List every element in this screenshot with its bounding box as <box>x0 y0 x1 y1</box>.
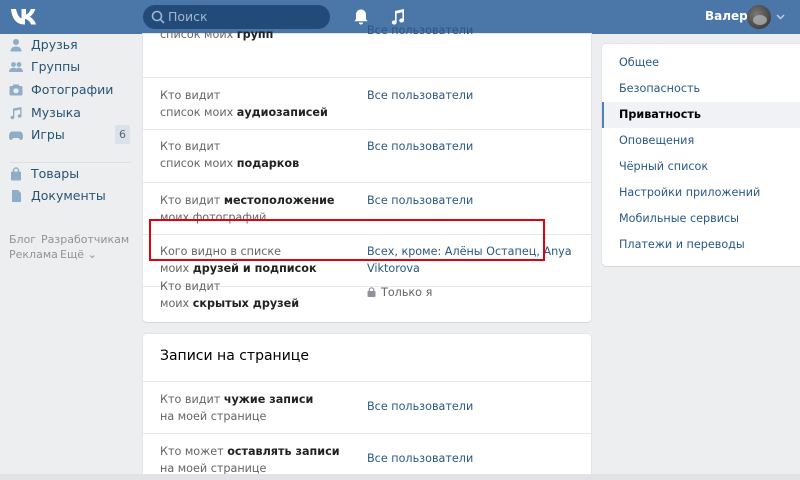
sidebar-item-label: Группы <box>31 59 81 74</box>
menu-item-privacy[interactable]: Приватность <box>602 102 800 128</box>
highlight-box <box>149 219 545 261</box>
wall-row-others-posts: Кто видит чужие записи на моей странице В… <box>143 382 591 434</box>
sidebar-item-goods[interactable]: Товары <box>0 163 136 185</box>
games-count-badge: 6 <box>115 125 130 144</box>
sidebar-item-label: Игры <box>31 127 65 142</box>
privacy-row-groups: список моих групп Все пользователи <box>143 24 591 78</box>
camera-icon <box>9 84 23 96</box>
search-icon <box>151 10 165 24</box>
menu-item-payments[interactable]: Платежи и переводы <box>602 232 800 258</box>
sidebar-item-friends[interactable]: Друзья <box>0 34 136 56</box>
chevron-down-icon[interactable] <box>776 12 785 21</box>
avatar[interactable] <box>747 5 771 29</box>
person-icon <box>10 39 22 52</box>
menu-item-security[interactable]: Безопасность <box>602 76 800 102</box>
sidebar-item-documents[interactable]: Документы <box>0 185 136 207</box>
footer-link-ads[interactable]: Реклама <box>9 248 58 261</box>
sidebar-item-photos[interactable]: Фотографии <box>0 79 136 101</box>
privacy-value-link[interactable]: Все пользователи <box>367 192 473 209</box>
sidebar-item-label: Друзья <box>31 37 78 52</box>
menu-item-mobile-services[interactable]: Мобильные сервисы <box>602 206 800 232</box>
gamepad-icon <box>9 131 23 140</box>
bag-icon <box>11 167 21 181</box>
privacy-row-hidden-friends: Кто видит моих скрытых друзей Только я <box>160 280 433 310</box>
music-icon <box>10 107 22 120</box>
sidebar-item-label: Товары <box>31 166 80 181</box>
footer-link-blog[interactable]: Блог <box>9 233 36 246</box>
privacy-row-audio: Кто видит список моих аудиозаписей Все по… <box>143 78 591 130</box>
sidebar-item-label: Документы <box>31 188 106 203</box>
privacy-value-link[interactable]: Все пользователи <box>367 450 473 467</box>
privacy-value-only-me[interactable]: Только я <box>367 284 432 301</box>
menu-item-blacklist[interactable]: Чёрный список <box>602 154 800 180</box>
lock-icon <box>367 287 376 297</box>
privacy-value-link[interactable]: Все пользователи <box>367 398 473 415</box>
vk-logo-icon[interactable] <box>8 5 40 29</box>
settings-menu: Общее Безопасность Приватность Оповещени… <box>602 44 800 266</box>
sidebar-item-groups[interactable]: Группы <box>0 56 136 78</box>
document-icon <box>12 190 21 202</box>
footer-link-more[interactable]: Ещё ⌄ <box>60 248 97 261</box>
group-icon <box>9 62 23 72</box>
sidebar-item-music[interactable]: Музыка <box>0 102 136 124</box>
section-title: Записи на странице <box>160 348 309 364</box>
menu-item-general[interactable]: Общее <box>602 50 800 76</box>
privacy-value-link[interactable]: Все пользователи <box>367 87 473 104</box>
privacy-value-link[interactable]: Все пользователи <box>367 138 473 155</box>
chevron-down-icon: ⌄ <box>87 248 97 261</box>
privacy-row-gifts: Кто видит список моих подарков Все пользо… <box>143 130 591 183</box>
footer-link-developers[interactable]: Разработчикам <box>41 233 129 246</box>
sidebar-item-label: Музыка <box>31 105 81 120</box>
search-input[interactable]: Поиск <box>168 9 208 25</box>
sidebar-item-label: Фотографии <box>31 82 114 97</box>
sidebar-item-games[interactable]: Игры 6 <box>0 124 136 146</box>
privacy-settings-card: список моих групп Все пользователи Кто в… <box>143 24 591 322</box>
bottom-scroll-area <box>0 474 800 480</box>
menu-item-app-settings[interactable]: Настройки приложений <box>602 180 800 206</box>
menu-item-notifications[interactable]: Оповещения <box>602 128 800 154</box>
privacy-value-link[interactable]: Все пользователи <box>367 22 473 39</box>
wall-posts-card: Записи на странице Кто видит чужие запис… <box>143 334 591 480</box>
